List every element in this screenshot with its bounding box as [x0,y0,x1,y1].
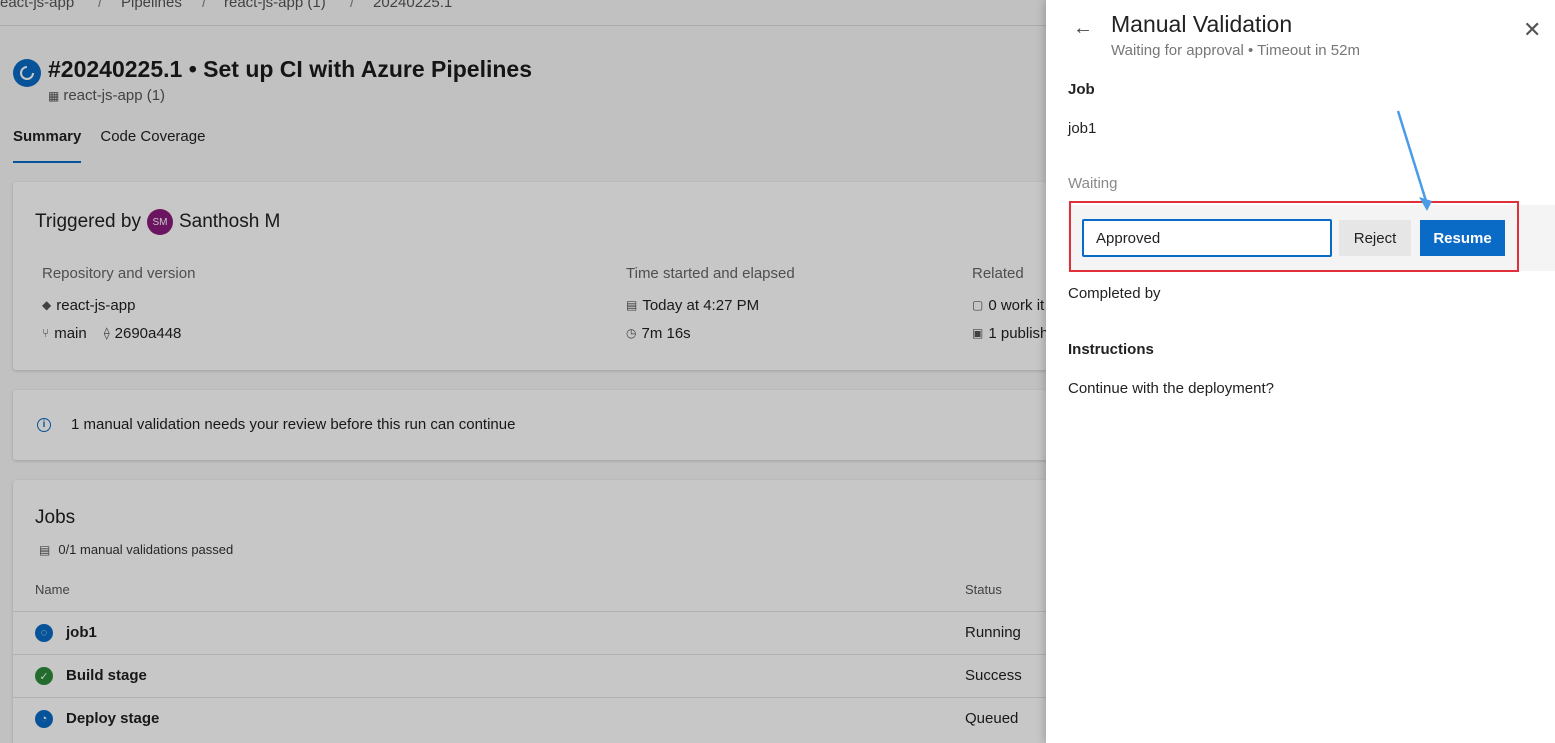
annotation-arrow-icon [1396,110,1432,211]
resume-button[interactable]: Resume [1420,220,1505,256]
panel-subtitle: Waiting for approval • Timeout in 52m [1111,42,1360,59]
instructions-text: Continue with the deployment? [1068,380,1274,397]
back-arrow-icon[interactable]: ← [1073,17,1093,40]
close-icon[interactable]: ✕ [1523,17,1541,43]
instructions-label: Instructions [1068,341,1154,358]
panel-title: Manual Validation [1111,11,1293,37]
completed-by-label: Completed by [1068,285,1161,302]
approval-comment-input[interactable] [1082,219,1332,257]
job-label: Job [1068,81,1095,98]
waiting-label: Waiting [1068,175,1118,192]
reject-button[interactable]: Reject [1339,220,1411,256]
job-value: job1 [1068,120,1097,137]
manual-validation-panel: ← Manual Validation Waiting for approval… [1046,0,1555,743]
